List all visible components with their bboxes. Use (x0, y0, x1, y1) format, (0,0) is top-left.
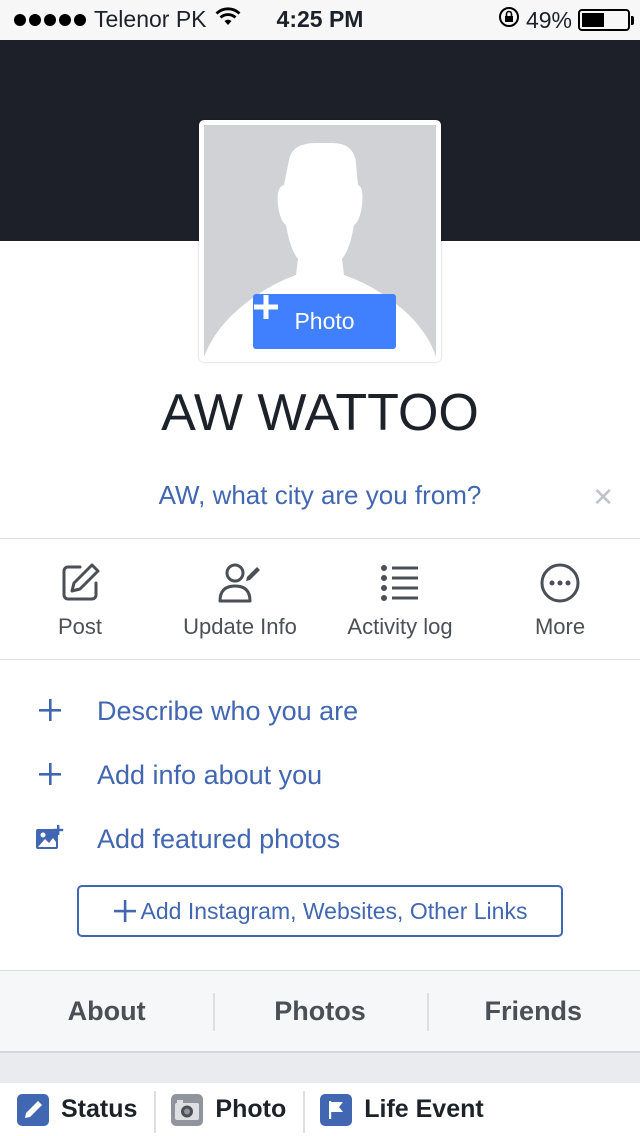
list-item-label: Describe who you are (97, 696, 359, 726)
status-bar: Telenor PK 4:25 PM 49% (0, 0, 640, 40)
list-item-label: Add featured photos (97, 824, 341, 854)
list-item-label: Add info about you (97, 760, 323, 790)
tab-photos[interactable]: Photos (213, 971, 426, 1052)
city-prompt: AW, what city are you from? ✕ (0, 480, 640, 538)
pencil-icon (17, 1093, 49, 1126)
post-button[interactable]: Post (0, 539, 160, 659)
post-label: Post (57, 614, 103, 639)
activity-log-button[interactable]: Activity log (320, 539, 480, 659)
life-event-label: Life Event (364, 1095, 484, 1123)
add-info-item[interactable]: Add info about you (0, 744, 640, 808)
plus-icon (254, 295, 278, 319)
camera-icon (171, 1093, 204, 1126)
update-info-label: Update Info (183, 614, 297, 639)
status-button[interactable]: Status (0, 1083, 154, 1136)
list-icon (381, 565, 418, 601)
rotation-lock-icon (498, 6, 520, 34)
avatar-placeholder: Photo (204, 125, 436, 357)
add-links-button[interactable]: Add Instagram, Websites, Other Links (77, 885, 563, 937)
user-edit-icon (218, 563, 260, 603)
add-photo-button[interactable]: Photo (253, 294, 396, 349)
city-prompt-link[interactable]: AW, what city are you from? (0, 480, 640, 511)
battery-percent: 49% (525, 6, 572, 33)
plus-icon (113, 900, 136, 922)
more-label: More (534, 614, 586, 639)
flag-icon (320, 1093, 353, 1126)
profile-name: AW WATTOO (161, 384, 479, 442)
add-photo-label: Photo (294, 308, 355, 334)
profile-picture[interactable]: Photo (199, 120, 441, 362)
battery-icon (578, 9, 634, 31)
tab-about[interactable]: About (0, 971, 213, 1052)
status-label: Status (61, 1095, 138, 1123)
add-featured-photos-item[interactable]: Add featured photos (0, 808, 640, 872)
close-icon[interactable]: ✕ (592, 482, 614, 513)
photo-button[interactable]: Photo (154, 1083, 303, 1136)
activity-log-label: Activity log (347, 614, 453, 639)
divider (0, 659, 640, 660)
plus-icon (34, 756, 66, 792)
add-links-label: Add Instagram, Websites, Other Links (140, 897, 528, 924)
profile-actions: Post Update Info Activity log More (0, 539, 640, 659)
update-info-button[interactable]: Update Info (160, 539, 320, 659)
describe-who-you-are-item[interactable]: Describe who you are (0, 680, 640, 744)
section-gap (0, 1053, 640, 1083)
edit-icon (62, 563, 100, 601)
profile-tabs: About Photos Friends (0, 970, 640, 1053)
life-event-button[interactable]: Life Event (303, 1083, 500, 1136)
plus-icon (34, 692, 66, 728)
more-button[interactable]: More (480, 539, 640, 659)
intro-list: Describe who you are Add info about you … (0, 680, 640, 872)
composer-bar: Status Photo Life Event (0, 1083, 640, 1136)
photo-label: Photo (215, 1095, 287, 1123)
tab-friends[interactable]: Friends (426, 971, 640, 1052)
more-icon (540, 563, 580, 603)
status-right: 49% (498, 6, 634, 34)
photo-add-icon (34, 820, 66, 856)
